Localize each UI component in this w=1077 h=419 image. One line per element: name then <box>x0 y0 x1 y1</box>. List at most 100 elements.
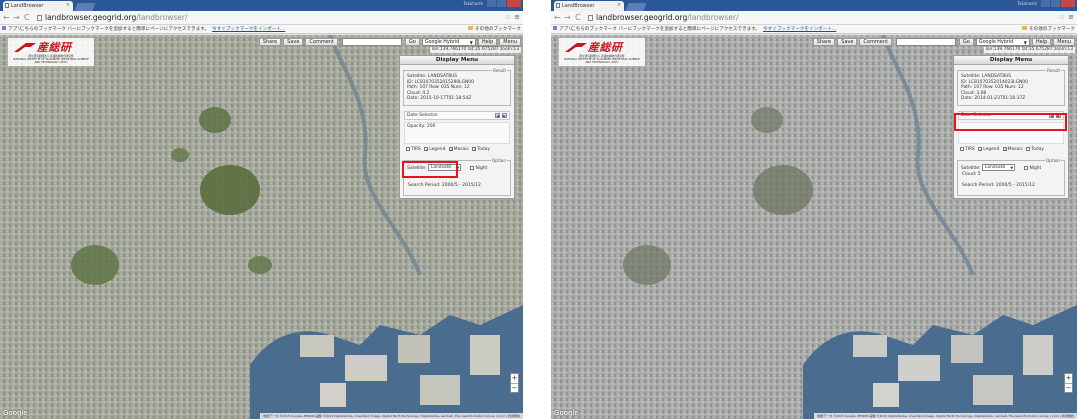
mosaic-checkbox-label: Mosaic <box>453 147 469 152</box>
zoom-control: + − <box>510 373 519 393</box>
legend-checkbox-label: Legend <box>429 147 446 152</box>
comment-button[interactable]: Comment <box>859 37 892 46</box>
tab-title: LandBrowser <box>11 3 44 9</box>
satellite-row: Satellite: Landsat8 ▼ Night <box>961 164 1060 172</box>
map-attribution: 地図データ ©2015 Google, ZENRIN 画像 ©2015 Digi… <box>260 413 523 419</box>
today-checkbox-label: Today <box>477 147 490 152</box>
map-viewport[interactable]: 産総研 国立研究開発法人 産業技術総合研究所 NATIONAL INSTITUT… <box>0 35 523 419</box>
url-host: landbrowser.geogrid.org <box>596 13 688 22</box>
bookmarks-prompt-text: こちらのブックマーク バーにブックマークを追加すると簡単にページにアクセスできま… <box>571 27 761 32</box>
night-checkbox[interactable] <box>470 165 475 170</box>
logo-text: 産総研 <box>37 41 72 54</box>
menu-icon[interactable]: ≡ <box>1068 13 1074 21</box>
tiles-checkbox[interactable] <box>406 146 410 151</box>
legend-checkbox[interactable]: ✓ <box>978 146 983 151</box>
help-button[interactable]: Help <box>1031 37 1052 46</box>
menu-button[interactable]: Menu <box>499 37 521 46</box>
legend-checkbox[interactable]: ✓ <box>424 146 429 151</box>
bookmark-star-icon[interactable]: ☆ <box>505 13 511 21</box>
map-toolbar: Share Save Comment Go Google Hybrid ▼ Hel… <box>812 37 1077 46</box>
tab-title: LandBrowser <box>562 3 595 9</box>
mosaic-checkbox[interactable]: ✓ <box>448 146 453 151</box>
place-search-input[interactable] <box>341 37 402 46</box>
result-lines: Satellite: LANDSAT8US ID: LC810703520152… <box>407 74 474 102</box>
go-button[interactable]: Go <box>404 37 420 46</box>
date-prev-button[interactable]: ◀ <box>495 113 500 118</box>
url-field[interactable]: landbrowser.geogrid.org/landbrowser/ <box>588 13 1055 23</box>
tab-bar: LandBrowser × Takahashi <box>0 0 523 11</box>
place-search-input[interactable] <box>895 37 956 46</box>
map-viewport[interactable]: 産総研 国立研究開発法人 産業技術総合研究所 NATIONAL INSTITUT… <box>551 35 1077 419</box>
close-window-button[interactable] <box>1061 0 1075 7</box>
new-tab-button[interactable] <box>625 3 647 11</box>
zoom-in-button[interactable]: + <box>1065 374 1072 383</box>
back-icon[interactable]: ← <box>554 13 561 23</box>
option-legend: Option <box>1045 158 1061 163</box>
google-logo-text: Google <box>554 410 579 417</box>
search-period: Search Period: 2000/5 - 2015/12 <box>408 183 481 188</box>
result-legend: Result <box>1046 68 1061 73</box>
bookmarks-bar: アプリ こちらのブックマーク バーにブックマークを追加すると簡単にページにアクセ… <box>551 25 1077 34</box>
apps-shortcut[interactable]: アプリ <box>2 25 22 34</box>
minimize-button[interactable] <box>1041 0 1050 7</box>
reload-icon[interactable]: C <box>575 13 581 23</box>
apps-shortcut[interactable]: アプリ <box>553 25 573 34</box>
mosaic-checkbox[interactable]: ✓ <box>1002 146 1007 151</box>
folder-icon <box>1022 26 1028 30</box>
date-next-button[interactable]: ▶ <box>502 113 507 118</box>
night-checkbox[interactable] <box>1024 165 1029 170</box>
share-button[interactable]: Share <box>812 37 836 46</box>
other-bookmarks[interactable]: その他のブックマーク <box>1022 25 1075 34</box>
zoom-out-button[interactable]: − <box>511 383 518 392</box>
window-user-label: Takahashi <box>1017 1 1037 6</box>
browser-tab[interactable]: LandBrowser × <box>3 1 73 11</box>
aist-logo: 産総研 国立研究開発法人 産業技術総合研究所 NATIONAL INSTITUT… <box>8 38 94 66</box>
zoom-out-button[interactable]: − <box>1065 383 1072 392</box>
result-legend: Result <box>492 68 507 73</box>
import-bookmarks-link[interactable]: 今すぐブックマークをインポート... <box>212 27 285 32</box>
save-button[interactable]: Save <box>837 37 858 46</box>
map-type-select[interactable]: Google Hybrid ▼ <box>421 37 476 46</box>
maximize-button[interactable] <box>497 0 506 7</box>
forward-icon[interactable]: → <box>13 13 20 23</box>
url-host: landbrowser.geogrid.org <box>45 13 137 22</box>
reload-icon[interactable]: C <box>24 13 30 23</box>
other-bookmarks[interactable]: その他のブックマーク <box>468 25 521 34</box>
today-checkbox[interactable] <box>1026 146 1031 151</box>
map-type-select[interactable]: Google Hybrid ▼ <box>975 37 1030 46</box>
help-button[interactable]: Help <box>477 37 498 46</box>
logo-subtitle-en: NATIONAL INSTITUTE OF ADVANCED INDUSTRIA… <box>564 58 640 64</box>
minimize-button[interactable] <box>487 0 496 7</box>
display-menu-title: Display Menu <box>954 56 1068 65</box>
folder-icon <box>468 26 474 30</box>
date-line: Date: 2014-01-23T01:16:37Z <box>961 96 1026 102</box>
go-button[interactable]: Go <box>958 37 974 46</box>
url-field[interactable]: landbrowser.geogrid.org/landbrowser/ <box>37 13 501 23</box>
zoom-in-button[interactable]: + <box>511 374 518 383</box>
back-icon[interactable]: ← <box>3 13 10 23</box>
comment-button[interactable]: Comment <box>305 37 338 46</box>
browser-tab[interactable]: LandBrowser × <box>554 1 624 11</box>
satellite-select[interactable]: Landsat8 ▼ <box>981 164 1016 171</box>
other-bookmarks-label: その他のブックマーク <box>475 27 521 32</box>
menu-icon[interactable]: ≡ <box>514 13 520 21</box>
close-tab-icon[interactable]: × <box>617 2 621 8</box>
close-tab-icon[interactable]: × <box>66 2 70 8</box>
menu-button[interactable]: Menu <box>1053 37 1075 46</box>
import-bookmarks-link[interactable]: 今すぐブックマークをインポート... <box>763 27 836 32</box>
path-line: Path: 107 Row: 035 Num: 12 <box>407 85 470 91</box>
maximize-button[interactable] <box>1051 0 1060 7</box>
page-icon <box>37 15 42 21</box>
new-tab-button[interactable] <box>74 3 96 11</box>
bookmark-star-icon[interactable]: ☆ <box>1059 13 1065 21</box>
result-section: Result Satellite: LANDSAT8US ID: LC81070… <box>403 68 511 106</box>
tiles-checkbox[interactable] <box>960 146 964 151</box>
save-button[interactable]: Save <box>283 37 304 46</box>
close-window-button[interactable] <box>507 0 521 7</box>
share-button[interactable]: Share <box>258 37 282 46</box>
today-checkbox[interactable]: ✓ <box>472 146 477 151</box>
forward-icon[interactable]: → <box>564 13 571 23</box>
tab-bar: LandBrowser × Takahashi <box>551 0 1077 11</box>
window-controls <box>486 0 521 7</box>
date-selector[interactable]: Date Selector ◀ ▶ <box>404 111 510 120</box>
